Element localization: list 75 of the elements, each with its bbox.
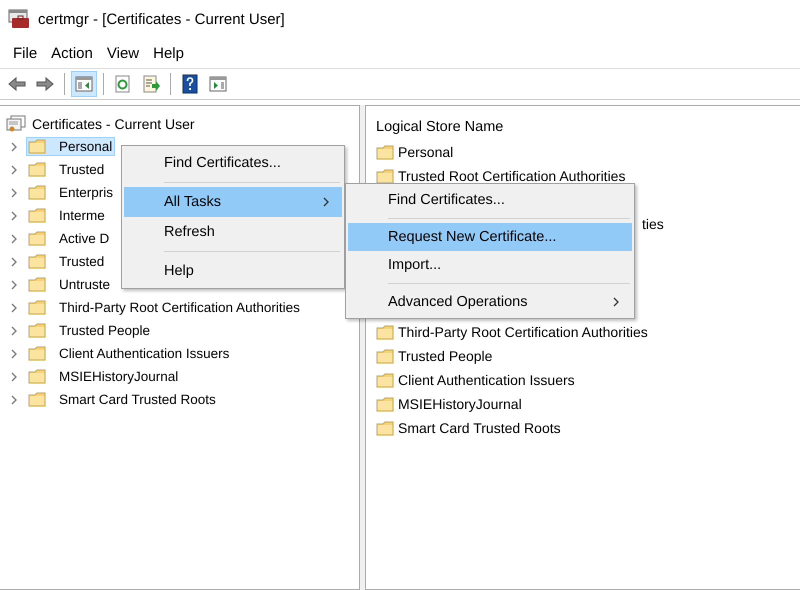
console-tree-icon: [74, 74, 94, 94]
action-pane-icon: [208, 74, 228, 94]
folder-icon: [376, 348, 394, 364]
tree-item[interactable]: Trusted: [26, 160, 108, 179]
tree-root-label[interactable]: Certificates - Current User: [32, 116, 195, 132]
menu-item[interactable]: Help: [146, 44, 191, 62]
menu-item[interactable]: Import...: [348, 251, 632, 279]
window-title: certmgr - [Certificates - Current User]: [38, 10, 285, 28]
folder-icon: [28, 323, 46, 338]
tree-item[interactable]: Trusted People: [26, 321, 154, 340]
tree-item[interactable]: Enterpris: [26, 183, 116, 202]
folder-icon: [376, 324, 394, 340]
expand-chevron-icon[interactable]: [10, 302, 18, 312]
folder-icon: [28, 185, 46, 200]
store-list-item[interactable]: Trusted Root Certification Authorities: [376, 164, 800, 188]
folder-icon: [28, 162, 46, 177]
store-list-item[interactable]: Personal: [376, 140, 800, 164]
forward-arrow-icon: [35, 74, 55, 94]
folder-icon: [28, 346, 46, 361]
expand-chevron-icon[interactable]: [10, 256, 18, 266]
store-list-item[interactable]: Client Authentication Issuers: [376, 368, 800, 392]
expand-chevron-icon[interactable]: [10, 372, 18, 382]
menu-item[interactable]: Find Certificates...: [348, 186, 632, 214]
menu-item[interactable]: Request New Certificate...: [348, 223, 632, 251]
expand-chevron-icon[interactable]: [10, 234, 18, 244]
folder-icon: [376, 372, 394, 388]
menu-item[interactable]: Action: [44, 44, 100, 62]
store-list-item[interactable]: ties: [642, 216, 664, 232]
folder-icon: [28, 231, 46, 246]
store-list-item[interactable]: MSIEHistoryJournal: [376, 392, 800, 416]
tree-item[interactable]: Untruste: [26, 275, 114, 294]
expand-chevron-icon[interactable]: [10, 348, 18, 358]
menu-item[interactable]: Find Certificates...: [124, 148, 342, 178]
tree-item[interactable]: Interme: [26, 206, 108, 225]
expand-chevron-icon[interactable]: [10, 394, 18, 404]
tree-item[interactable]: Active D: [26, 229, 112, 248]
back-arrow-icon: [7, 74, 27, 94]
certificate-icon: [6, 114, 26, 132]
menu-item[interactable]: Advanced Operations: [348, 288, 632, 316]
folder-icon: [28, 392, 46, 407]
app-icon: [8, 9, 30, 29]
folder-icon: [376, 144, 394, 160]
tree-item[interactable]: MSIEHistoryJournal: [26, 367, 182, 386]
folder-icon: [28, 369, 46, 384]
export-list-icon: [141, 74, 161, 94]
folder-icon: [28, 208, 46, 223]
expand-chevron-icon[interactable]: [10, 142, 18, 152]
expand-chevron-icon[interactable]: [10, 188, 18, 198]
folder-icon: [28, 139, 46, 154]
expand-chevron-icon[interactable]: [10, 326, 18, 336]
tree-item[interactable]: Personal: [26, 137, 116, 156]
menu-item[interactable]: File: [6, 44, 44, 62]
menu-item[interactable]: View: [100, 44, 146, 62]
tree-item[interactable]: Smart Card Trusted Roots: [26, 390, 219, 409]
tree-item[interactable]: Trusted: [26, 252, 108, 271]
toolbar-button[interactable]: [71, 71, 97, 97]
column-header[interactable]: Logical Store Name: [376, 114, 800, 140]
folder-icon: [376, 168, 394, 184]
expand-chevron-icon[interactable]: [10, 164, 18, 174]
store-list-item[interactable]: Trusted People: [376, 344, 800, 368]
folder-icon: [28, 300, 46, 315]
tree-item[interactable]: Third-Party Root Certification Authorities: [26, 298, 303, 317]
menu-item[interactable]: Refresh: [124, 217, 342, 247]
folder-icon: [376, 396, 394, 412]
store-list-item[interactable]: Smart Card Trusted Roots: [376, 416, 800, 440]
store-list-item[interactable]: Third-Party Root Certification Authorities: [376, 320, 800, 344]
folder-icon: [28, 254, 46, 269]
menu-item[interactable]: All Tasks: [124, 187, 342, 217]
expand-chevron-icon[interactable]: [10, 280, 18, 290]
help-icon: [180, 74, 200, 94]
folder-icon: [28, 277, 46, 292]
tree-item[interactable]: Client Authentication Issuers: [26, 344, 232, 363]
menu-item[interactable]: Help: [124, 256, 342, 286]
folder-icon: [376, 420, 394, 436]
expand-chevron-icon[interactable]: [10, 210, 18, 220]
